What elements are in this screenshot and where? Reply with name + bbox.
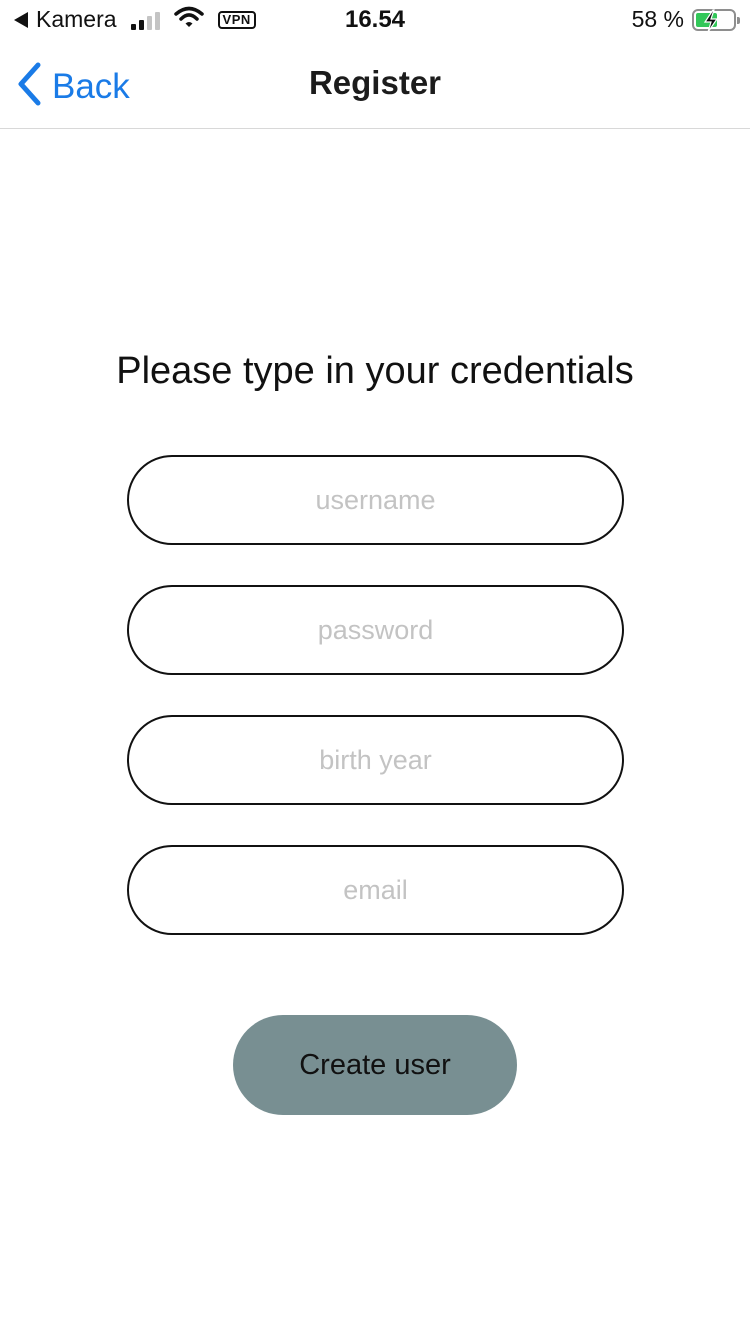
status-bar-right: 58 % bbox=[631, 6, 740, 33]
register-screen: Kamera VPN 16.54 58 % Back Register Plea… bbox=[0, 0, 750, 1334]
battery-cap bbox=[737, 16, 740, 24]
password-field[interactable] bbox=[127, 585, 624, 675]
battery-icon bbox=[692, 8, 740, 32]
create-user-button[interactable]: Create user bbox=[233, 1015, 517, 1115]
status-bar: Kamera VPN 16.54 58 % bbox=[0, 0, 750, 40]
battery-percent: 58 % bbox=[631, 6, 684, 32]
birth-year-field[interactable] bbox=[127, 715, 624, 805]
charging-bolt-icon bbox=[702, 8, 720, 38]
email-field[interactable] bbox=[127, 845, 624, 935]
form-heading: Please type in your credentials bbox=[116, 350, 634, 392]
page-title: Register bbox=[308, 64, 442, 101]
navigation-bar: Back Register bbox=[0, 40, 750, 129]
username-field[interactable] bbox=[127, 455, 624, 545]
